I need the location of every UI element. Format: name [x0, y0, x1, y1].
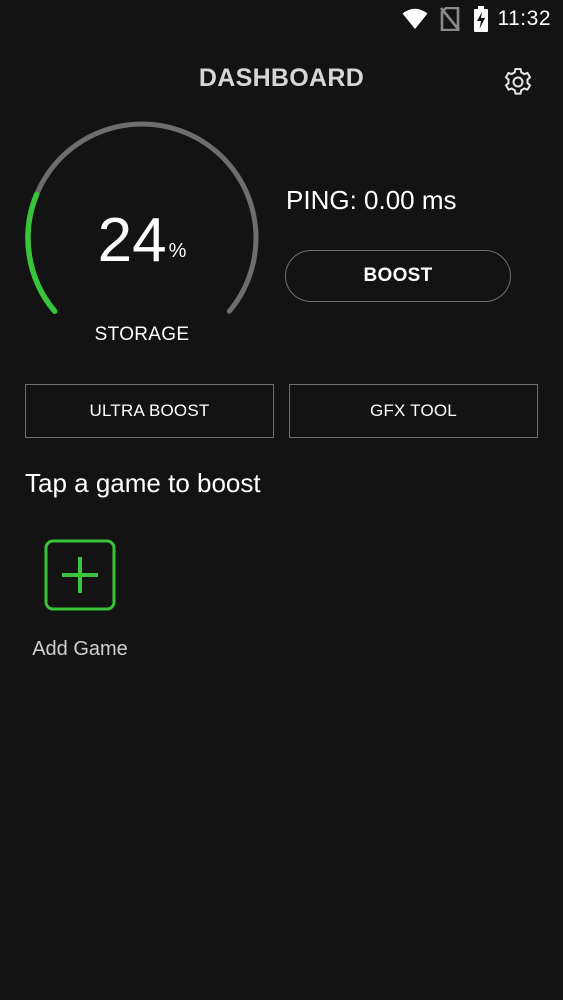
storage-value: 24 — [97, 206, 167, 275]
status-icons: 11:32 — [402, 6, 552, 32]
no-sim-icon — [439, 7, 460, 31]
add-game-button[interactable]: Add Game — [22, 538, 138, 668]
ping-readout: PING: 0.00 ms — [286, 185, 457, 215]
add-game-label: Add Game — [32, 638, 128, 660]
status-clock: 11:32 — [497, 7, 551, 30]
storage-label: STORAGE — [94, 324, 190, 345]
wifi-icon — [402, 8, 428, 30]
page-title: DASHBOARD — [198, 64, 365, 92]
gfx-tool-button[interactable]: GFX TOOL — [289, 384, 538, 438]
storage-unit: % — [168, 240, 187, 262]
storage-value-display: 24% — [20, 206, 264, 276]
battery-charging-icon — [473, 6, 488, 32]
settings-button[interactable] — [502, 66, 534, 98]
boost-button[interactable]: BOOST — [285, 250, 511, 302]
status-bar: 11:32 — [0, 0, 563, 38]
gear-icon — [504, 68, 532, 95]
plus-icon — [44, 539, 116, 611]
ultra-boost-button[interactable]: ULTRA BOOST — [25, 384, 274, 438]
games-heading: Tap a game to boost — [25, 468, 261, 498]
storage-gauge: 24% STORAGE — [20, 120, 264, 350]
